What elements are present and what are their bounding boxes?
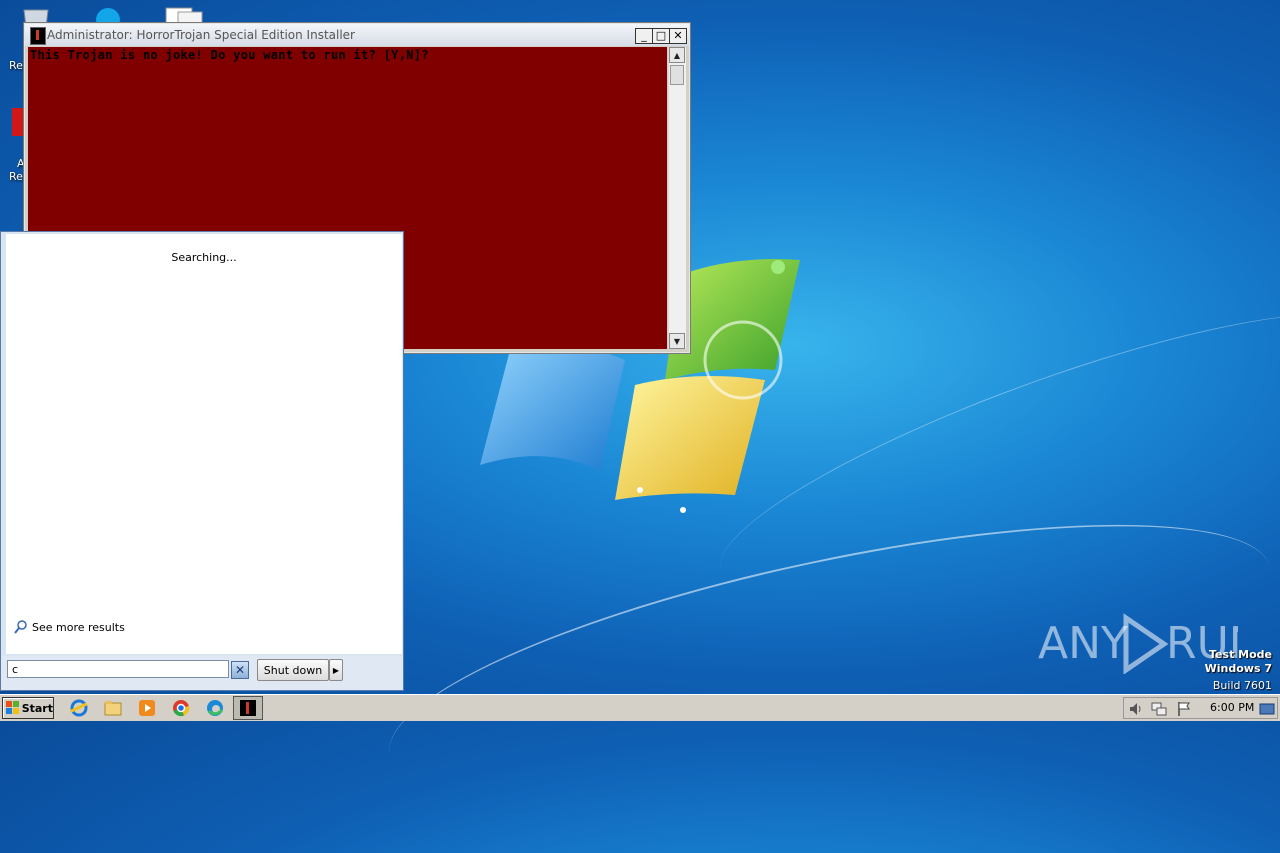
horrortrojan-app-icon [30,27,46,45]
start-label: Start [21,701,53,715]
build-label: Build 7601 [1212,679,1272,692]
anyrun-brand-left: ANY [1038,618,1128,669]
desktop-icon-label: Re [9,170,23,183]
search-results-panel: Searching... See more results [6,234,402,654]
network-icon[interactable] [1151,701,1167,717]
horrortrojan-taskbar-button[interactable] [233,696,263,720]
windows-flag-icon [6,701,19,715]
search-status-text: Searching... [171,251,237,264]
explorer-icon[interactable] [103,698,123,718]
taskbar-clock[interactable]: 6:00 PM [1210,701,1254,714]
start-menu-bottom-bar: c ✕ Shut down ▶ [1,656,403,690]
media-player-icon[interactable] [137,698,157,718]
shutdown-button[interactable]: Shut down [257,659,329,681]
scroll-down-button[interactable]: ▼ [669,333,685,349]
internet-explorer-icon[interactable] [69,698,89,718]
chrome-icon[interactable] [171,698,191,718]
shutdown-options-arrow[interactable]: ▶ [329,659,343,681]
see-more-results-label: See more results [32,620,125,634]
minimize-button[interactable]: _ [635,28,653,44]
windows-version-label: Windows 7 [1204,662,1272,675]
system-tray: 6:00 PM [1123,697,1278,719]
action-center-flag-icon[interactable] [1176,701,1192,717]
speaker-icon[interactable] [1128,701,1144,717]
console-title: Administrator: HorrorTrojan Special Edit… [47,28,355,42]
clear-search-button[interactable]: ✕ [231,661,249,679]
taskbar: Start 6:00 PM [0,694,1280,721]
magnifier-icon [14,620,27,634]
close-button[interactable]: ✕ [669,28,687,44]
console-scrollbar[interactable]: ▲ ▼ [668,47,686,349]
console-titlebar[interactable]: Administrator: HorrorTrojan Special Edit… [25,24,689,46]
horrortrojan-icon [238,698,258,718]
maximize-button[interactable]: □ [652,28,670,44]
start-button[interactable]: Start [2,697,54,719]
edge-icon[interactable] [205,698,225,718]
scroll-up-button[interactable]: ▲ [669,47,685,63]
desktop-icon-label: Re [9,59,23,72]
scroll-thumb[interactable] [670,65,684,85]
start-menu: Searching... See more results c ✕ Shut d… [0,231,404,691]
show-desktop-icon[interactable] [1259,701,1275,717]
test-mode-label: Test Mode [1209,648,1272,661]
start-search-input[interactable]: c [7,660,229,678]
see-more-results-link[interactable]: See more results [14,620,125,634]
console-prompt-text: This Trojan is no joke! Do you want to r… [30,48,429,62]
